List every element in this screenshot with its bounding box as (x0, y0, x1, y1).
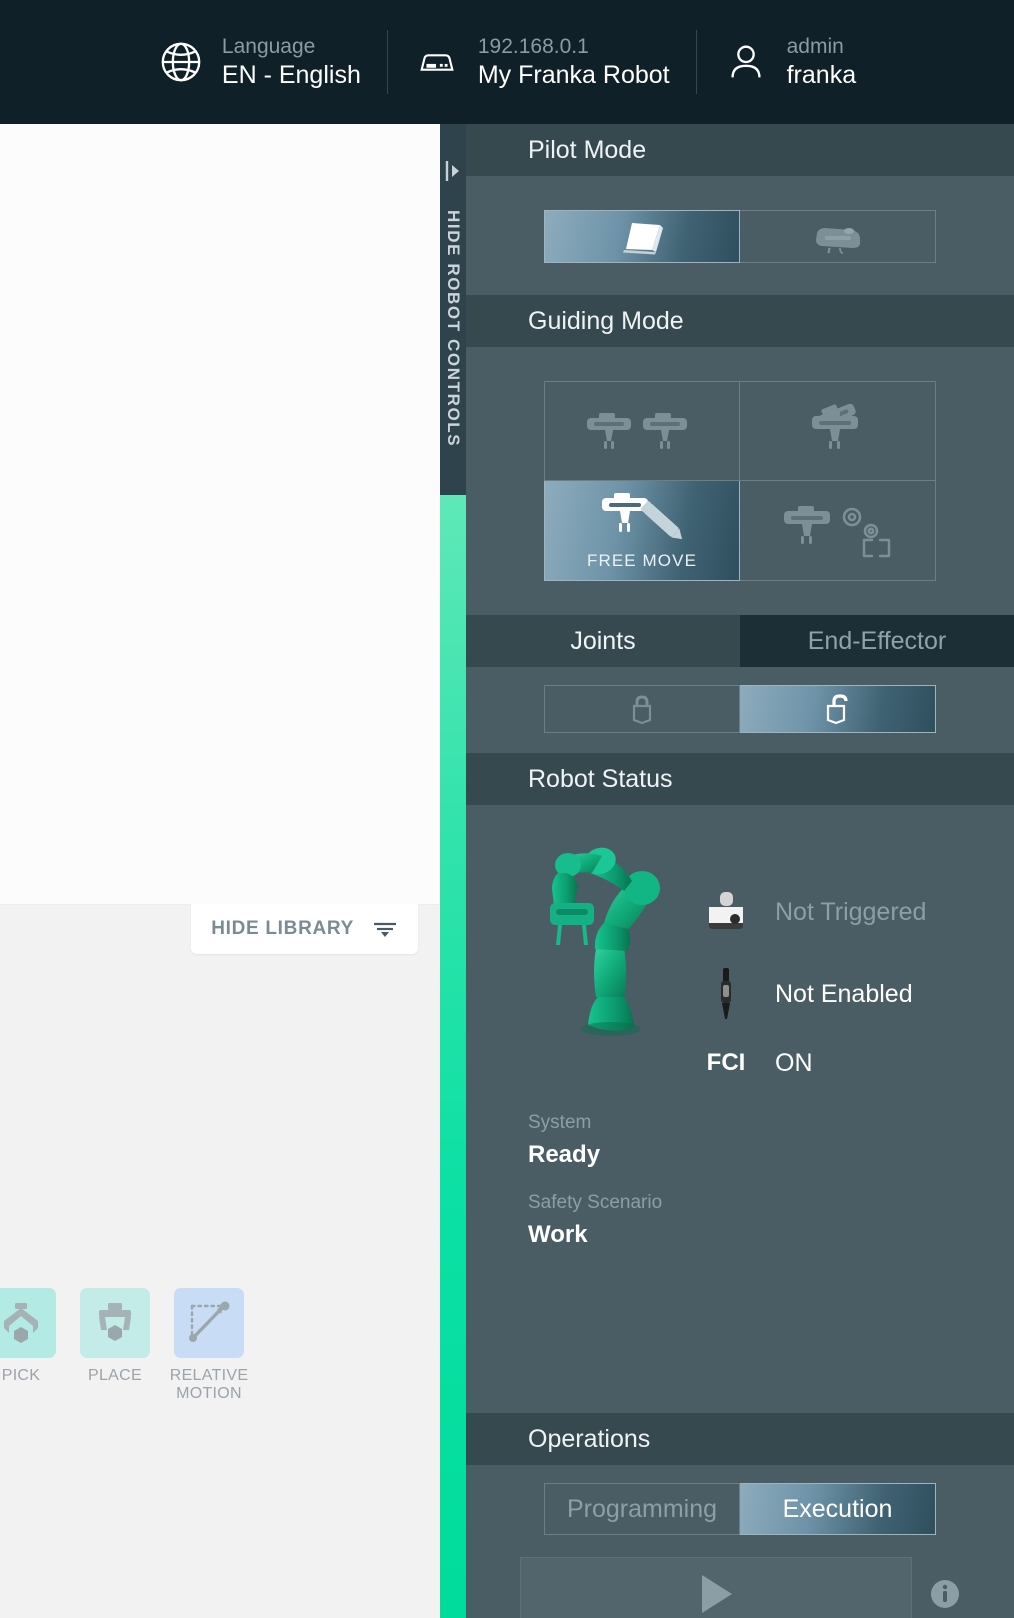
gripper-rotate-icon (796, 403, 880, 459)
globe-icon (158, 39, 204, 85)
guiding-mode-body: FREE MOVE (466, 347, 1014, 615)
relative-motion-label-line1: RELATIVE (169, 1367, 249, 1384)
hide-library-label: HIDE LIBRARY (211, 918, 354, 939)
hide-library-button[interactable]: HIDE LIBRARY (191, 904, 418, 954)
pick-gripper-icon (4, 1303, 38, 1343)
pilot-mode-tablet-button[interactable] (544, 210, 740, 263)
library-item-relative-motion[interactable]: RELATIVE MOTION (170, 1288, 248, 1403)
lock-open-button[interactable] (740, 685, 936, 733)
pick-label: PICK (1, 1367, 41, 1384)
user-name: franka (786, 60, 857, 89)
language-value: EN - English (221, 60, 361, 89)
emergency-stop-icon (703, 890, 749, 934)
robot-name: My Franka Robot (477, 60, 670, 89)
robot-controller-icon (414, 39, 460, 85)
guiding-mode-header: Guiding Mode (466, 295, 1014, 347)
guiding-mode-custom-button[interactable] (740, 481, 936, 581)
place-gripper-icon (99, 1303, 131, 1341)
execution-controls (466, 1557, 1014, 1618)
robot-status-header: Robot Status (466, 753, 1014, 805)
pilot-mode-handheld-button[interactable] (740, 210, 936, 263)
robot-controls-panel: Pilot Mode Guiding Mode FREE MOVE Joints… (466, 124, 1014, 1618)
tab-joints[interactable]: Joints (466, 615, 740, 667)
free-move-label: FREE MOVE (586, 550, 698, 570)
guiding-mode-group: FREE MOVE (544, 381, 936, 581)
lock-closed-icon (627, 693, 657, 725)
guiding-mode-translation-button[interactable] (544, 381, 740, 481)
library-item-place[interactable]: PLACE (80, 1288, 150, 1385)
user-icon (723, 39, 769, 85)
user-menu[interactable]: admin franka (697, 34, 882, 90)
enabling-device-status-row: Not Enabled (703, 953, 926, 1035)
status-accent-strip (440, 495, 466, 1618)
tab-execution[interactable]: Execution (740, 1483, 936, 1535)
top-bar: Language EN - English 192.168.0.1 My Fra… (0, 0, 1014, 124)
collapse-filter-icon (372, 919, 398, 939)
enabling-device-status-text: Not Enabled (775, 979, 913, 1008)
safety-scenario-label: Safety Scenario (528, 1192, 663, 1214)
relative-motion-label: RELATIVE MOTION (170, 1367, 249, 1403)
collapse-right-arrow-icon (444, 158, 462, 184)
relative-motion-label-line2: MOTION (176, 1385, 242, 1403)
gripper-pencil-icon (590, 491, 694, 547)
pilot-mode-header: Pilot Mode (466, 124, 1014, 176)
library-item-list: PICK PLACE RELATIVE MOTION (0, 1288, 248, 1403)
lock-group (544, 685, 936, 733)
play-triangle-icon (702, 1575, 732, 1613)
pilot-mode-group (544, 210, 936, 263)
operations-tab-group: Programming Execution (466, 1483, 1014, 1535)
fci-status-row: FCI ON (703, 1035, 926, 1091)
pick-tile (0, 1288, 56, 1358)
relative-motion-arrow-icon (189, 1301, 230, 1342)
system-label: System (528, 1112, 592, 1133)
gripper-gears-icon (774, 500, 902, 562)
language-selector[interactable]: Language EN - English (132, 34, 387, 90)
pilot-grip-icon (807, 219, 869, 255)
frame-tab-group: Joints End-Effector (466, 615, 1014, 667)
operations-header: Operations (466, 1413, 1014, 1465)
robot-selector[interactable]: 192.168.0.1 My Franka Robot (388, 34, 696, 90)
estop-status-text: Not Triggered (775, 897, 927, 926)
robot-ip: 192.168.0.1 (477, 34, 589, 58)
enabling-device-icon (703, 966, 749, 1022)
play-button[interactable] (520, 1557, 912, 1618)
franka-arm-green-render (528, 829, 703, 1049)
place-tile (80, 1288, 150, 1358)
info-button[interactable] (930, 1579, 960, 1609)
tab-end-effector[interactable]: End-Effector (740, 615, 1014, 667)
language-label: Language (221, 34, 316, 58)
place-label: PLACE (88, 1367, 142, 1384)
hide-robot-controls-button[interactable]: HIDE ROBOT CONTROLS (440, 124, 466, 495)
gripper-pair-icon (583, 405, 701, 457)
estop-status-row: Not Triggered (703, 871, 926, 953)
lock-closed-button[interactable] (544, 685, 740, 733)
task-library: HIDE LIBRARY PICK PLACE RELATIVE MOTION (0, 904, 440, 1618)
system-value: Ready (528, 1140, 601, 1168)
safety-scenario-value: Work (528, 1220, 588, 1248)
workspace: HIDE LIBRARY PICK PLACE RELATIVE MOTION (0, 124, 440, 1618)
guiding-mode-rotation-button[interactable] (740, 381, 936, 481)
fci-label: FCI (706, 1049, 746, 1076)
robot-status-body: Not Triggered Not Enabled FCI ON System … (466, 805, 1014, 1413)
fci-value: ON (775, 1048, 813, 1077)
pilot-mode-body (466, 176, 1014, 295)
hide-robot-controls-label: HIDE ROBOT CONTROLS (444, 210, 463, 448)
status-indicator-list: Not Triggered Not Enabled FCI ON (703, 829, 926, 1091)
program-canvas[interactable] (0, 124, 440, 905)
system-field: System Ready (466, 1109, 1014, 1171)
library-item-pick[interactable]: PICK (0, 1288, 56, 1385)
guiding-mode-free-move-button[interactable]: FREE MOVE (544, 481, 740, 581)
relative-motion-tile (174, 1288, 244, 1358)
operations-body: Programming Execution (466, 1465, 1014, 1618)
tablet-stand-icon (612, 219, 672, 255)
lock-open-icon (821, 693, 855, 725)
tab-programming[interactable]: Programming (544, 1483, 740, 1535)
lock-body (466, 667, 1014, 753)
safety-scenario-field: Safety Scenario Work (466, 1189, 1014, 1251)
franka-desk-app: Language EN - English 192.168.0.1 My Fra… (0, 0, 1014, 1618)
user-role: admin (786, 34, 844, 58)
